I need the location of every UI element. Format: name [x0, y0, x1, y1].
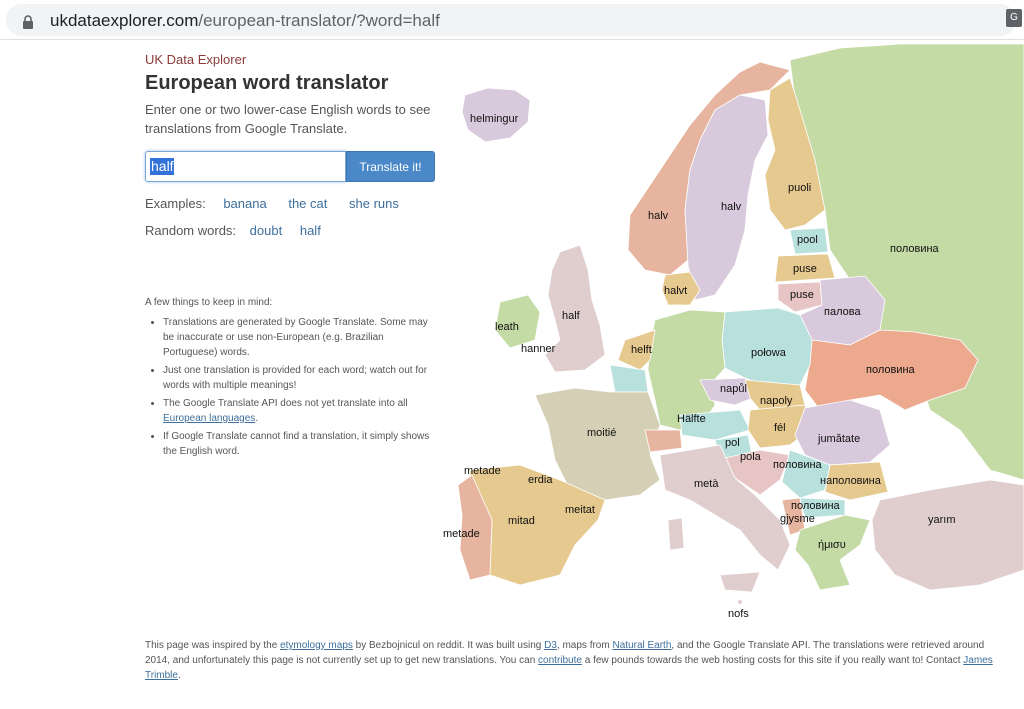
island-sardinia[interactable] [667, 517, 685, 551]
intro-text: Enter one or two lower-case English word… [145, 102, 431, 136]
label-uk: half [562, 310, 581, 322]
example-link[interactable]: the cat [288, 196, 327, 211]
label-ukraine: половина [866, 364, 916, 376]
lock-icon [23, 15, 33, 29]
label-finland: puoli [788, 182, 811, 194]
label-czechia: napůl [720, 383, 747, 395]
europe-map: helmingur halv halv puoli половина pool … [436, 42, 1024, 622]
etymology-maps-link[interactable]: etymology maps [280, 640, 353, 651]
random-word-link[interactable]: half [300, 223, 321, 238]
label-poland: połowa [751, 347, 787, 359]
contribute-link[interactable]: contribute [538, 655, 582, 666]
label-croatia: pola [740, 451, 762, 463]
footer-part: a few pounds towards the web hosting cos… [581, 655, 964, 666]
label-russia: половина [890, 243, 940, 255]
label-portugal: metade [443, 528, 480, 540]
browser-toolbar: ukdataexplorer.com/european-translator/?… [0, 0, 1024, 40]
footer-part: by Bezbojnicul on reddit. It was built u… [352, 640, 545, 651]
label-netherlands: helft [631, 344, 652, 356]
label-norway: halv [648, 210, 669, 222]
label-france: moitié [587, 427, 616, 439]
natural-earth-link[interactable]: Natural Earth [612, 640, 671, 651]
notes-list: Translations are generated by Google Tra… [150, 315, 440, 462]
label-estonia: pool [797, 234, 818, 246]
label-turkey: yarım [928, 514, 956, 526]
label-spain-galicia: metade [464, 465, 501, 477]
footer-part: , maps from [556, 640, 613, 651]
note-item: If Google Translate cannot find a transl… [163, 429, 440, 459]
random-word-link[interactable]: doubt [250, 223, 283, 238]
country-malta[interactable] [738, 600, 742, 604]
note-item: Translations are generated by Google Tra… [163, 315, 440, 360]
european-languages-link[interactable]: European languages [163, 413, 255, 424]
address-bar[interactable]: ukdataexplorer.com/european-translator/?… [6, 4, 1016, 36]
label-catalonia: meitat [565, 504, 595, 516]
footer-part: This page was inspired by the [145, 640, 281, 651]
label-latvia: puse [793, 263, 817, 275]
label-denmark: halvt [664, 285, 687, 297]
example-link[interactable]: she runs [349, 196, 399, 211]
page-title: European word translator [145, 72, 389, 94]
random-label: Random words: [145, 223, 237, 238]
selected-input-text: half [150, 158, 174, 175]
label-hungary: fél [774, 422, 786, 434]
label-lithuania: puse [790, 289, 814, 301]
translate-page-icon[interactable]: G [1006, 9, 1022, 27]
label-spain-basque: erdia [528, 474, 553, 486]
label-slovenia: pol [725, 437, 740, 449]
url-domain: ukdataexplorer.com [50, 11, 199, 30]
note-item: The Google Translate API does not yet tr… [163, 396, 440, 426]
url-text: ukdataexplorer.com/european-translator/?… [50, 11, 440, 31]
label-isle-of-man: hanner [521, 343, 556, 355]
label-belarus: палова [824, 306, 861, 318]
examples-label: Examples: [145, 196, 206, 211]
notes-title: A few things to keep in mind: [145, 297, 273, 308]
note-item: Just one translation is provided for eac… [163, 363, 440, 393]
note-text: The Google Translate API does not yet tr… [163, 398, 408, 409]
label-sweden: halv [721, 201, 742, 213]
footer-part: . [177, 670, 181, 681]
footer-text: This page was inspired by the etymology … [145, 638, 1005, 683]
label-germany: Hälfte [677, 413, 706, 425]
examples-row: Examples: banana the cat she runs [145, 196, 399, 211]
example-link[interactable]: banana [223, 196, 266, 211]
label-italy: metà [694, 478, 719, 490]
label-greece: ήμισυ [818, 539, 846, 551]
random-words-row: Random words: doubt half [145, 223, 321, 238]
label-bulgaria: наполовина [820, 475, 882, 487]
site-name[interactable]: UK Data Explorer [145, 52, 246, 67]
d3-link[interactable]: D3 [544, 640, 557, 651]
label-albania: gjysme [780, 513, 815, 525]
label-malta: nofs [728, 608, 749, 620]
label-macedonia: половина [791, 500, 841, 512]
label-serbia: половина [773, 459, 823, 471]
label-iceland: helmingur [470, 113, 519, 125]
word-input[interactable] [145, 151, 346, 182]
label-slovakia: napoly [760, 395, 793, 407]
label-spain: mitad [508, 515, 535, 527]
country-switzerland[interactable] [644, 429, 683, 453]
label-romania: jumătate [817, 433, 860, 445]
label-ireland: leath [495, 321, 519, 333]
translate-button[interactable]: Translate it! [346, 151, 435, 182]
url-path: /european-translator/?word=half [198, 11, 440, 30]
